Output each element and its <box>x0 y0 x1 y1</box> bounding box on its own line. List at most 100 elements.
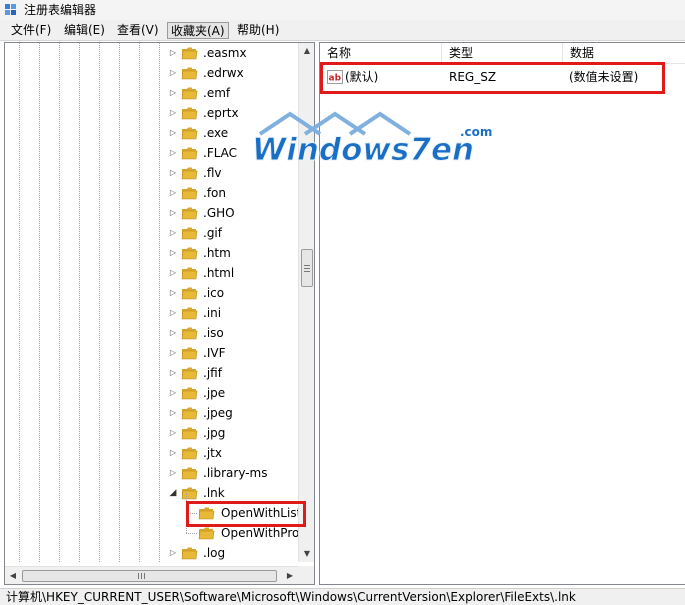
expand-arrow-icon[interactable]: ▷ <box>168 407 178 419</box>
menu-file[interactable]: 文件(F) <box>8 22 54 39</box>
tree-item[interactable]: ◢ .lnk <box>5 483 298 503</box>
value-name: (默认) <box>345 70 379 84</box>
scroll-up-icon[interactable]: ▲ <box>299 43 314 59</box>
expand-arrow-icon[interactable]: ▷ <box>168 127 178 139</box>
tree-item[interactable]: ▷ .GHO <box>5 203 298 223</box>
tree-item[interactable]: ▷ .emf <box>5 83 298 103</box>
tree-item[interactable]: ▷ .flv <box>5 163 298 183</box>
collapse-arrow-icon[interactable]: ◢ <box>168 487 178 499</box>
tree-item[interactable]: ▷ .jpg <box>5 423 298 443</box>
tree-item[interactable]: ▷ .fon <box>5 183 298 203</box>
svg-text:ab: ab <box>329 74 342 84</box>
scroll-right-icon[interactable]: ▶ <box>282 568 298 584</box>
menu-edit[interactable]: 编辑(E) <box>61 22 108 39</box>
tree-item-label: .log <box>203 546 226 560</box>
value-data: (数值未设置) <box>569 70 639 84</box>
grip-line <box>138 573 139 579</box>
folder-icon <box>181 387 198 400</box>
tree-item[interactable]: OpenWithList <box>5 493 302 523</box>
tree-item[interactable]: ▷ .easmx <box>5 43 298 63</box>
folder-icon <box>181 247 198 260</box>
folder-icon <box>181 307 198 320</box>
tree-item[interactable]: ▷ .html <box>5 263 298 283</box>
folder-icon <box>181 67 198 80</box>
tree-item-label: .flv <box>203 166 222 180</box>
folder-icon <box>181 407 198 420</box>
scroll-left-icon[interactable]: ◀ <box>5 568 21 584</box>
tree-item[interactable]: ▷ .log <box>5 543 298 563</box>
expand-arrow-icon[interactable]: ▷ <box>168 287 178 299</box>
tree-horizontal-scroll-thumb[interactable] <box>22 570 277 582</box>
column-header-name[interactable]: 名称 <box>320 43 442 64</box>
tree-item-label: .emf <box>203 86 231 100</box>
tree-item[interactable]: ▷ .ico <box>5 283 298 303</box>
tree-connector-line <box>186 513 197 514</box>
tree-item-label: .gif <box>203 226 222 240</box>
tree-item-label: OpenWithList <box>221 506 302 520</box>
expand-arrow-icon[interactable]: ▷ <box>168 347 178 359</box>
expand-arrow-icon[interactable]: ▷ <box>168 387 178 399</box>
folder-icon <box>181 327 198 340</box>
tree-item[interactable]: OpenWithProgids <box>5 513 314 543</box>
folder-icon <box>181 267 198 280</box>
tree-item[interactable]: ▷ .htm <box>5 243 298 263</box>
expand-arrow-icon[interactable]: ▷ <box>168 547 178 559</box>
tree-item[interactable]: ▷ .jpe <box>5 383 298 403</box>
tree-vertical-scroll-thumb[interactable] <box>301 249 313 287</box>
expand-arrow-icon[interactable]: ▷ <box>168 307 178 319</box>
grip-line <box>304 268 310 269</box>
tree-item-label: .htm <box>203 246 231 260</box>
expand-arrow-icon[interactable]: ▷ <box>168 267 178 279</box>
tree-horizontal-scrollbar[interactable]: ◀ ▶ <box>5 566 298 584</box>
tree-item[interactable]: ▷ .iso <box>5 323 298 343</box>
folder-icon <box>198 507 215 520</box>
window-title: 注册表编辑器 <box>24 3 97 17</box>
expand-arrow-icon[interactable]: ▷ <box>168 327 178 339</box>
string-value-icon: ab <box>327 70 343 84</box>
expand-arrow-icon[interactable]: ▷ <box>168 87 178 99</box>
expand-arrow-icon[interactable]: ▷ <box>168 467 178 479</box>
tree-item-label: .IVF <box>203 346 226 360</box>
expand-arrow-icon[interactable]: ▷ <box>168 447 178 459</box>
folder-icon <box>181 147 198 160</box>
expand-arrow-icon[interactable]: ▷ <box>168 427 178 439</box>
tree-item[interactable]: ▷ .jpeg <box>5 403 298 423</box>
folder-icon <box>181 167 198 180</box>
folder-icon <box>181 187 198 200</box>
tree-item[interactable]: ▷ .library-ms <box>5 463 298 483</box>
title-bar: 注册表编辑器 <box>0 0 685 20</box>
tree-item[interactable]: ▷ .IVF <box>5 343 298 363</box>
expand-arrow-icon[interactable]: ▷ <box>168 67 178 79</box>
menu-view[interactable]: 查看(V) <box>114 22 162 39</box>
expand-arrow-icon[interactable]: ▷ <box>168 187 178 199</box>
expand-arrow-icon[interactable]: ▷ <box>168 367 178 379</box>
expand-arrow-icon[interactable]: ▷ <box>168 107 178 119</box>
expand-arrow-icon[interactable]: ▷ <box>168 167 178 179</box>
tree-item-label: .easmx <box>203 46 247 60</box>
tree-item-label: .exe <box>203 126 229 140</box>
tree-item-label: .ico <box>203 286 225 300</box>
expand-arrow-icon[interactable]: ▷ <box>168 247 178 259</box>
expand-arrow-icon[interactable]: ▷ <box>168 207 178 219</box>
expand-arrow-icon[interactable]: ▷ <box>168 47 178 59</box>
tree-item-label: .eprtx <box>203 106 239 120</box>
grip-line <box>141 573 142 579</box>
registry-editor-icon <box>5 4 16 15</box>
scroll-down-icon[interactable]: ▼ <box>299 546 314 562</box>
folder-icon <box>181 227 198 240</box>
tree-item[interactable]: ▷ .ini <box>5 303 298 323</box>
menu-help[interactable]: 帮助(H) <box>234 22 282 39</box>
expand-arrow-icon[interactable]: ▷ <box>168 147 178 159</box>
expand-arrow-icon[interactable]: ▷ <box>168 227 178 239</box>
tree-item[interactable]: ▷ .jtx <box>5 443 298 463</box>
tree-item-label: .jpe <box>203 386 226 400</box>
tree-item[interactable]: ▷ .gif <box>5 223 298 243</box>
tree-item[interactable]: ▷ .jfif <box>5 363 298 383</box>
column-header-type[interactable]: 类型 <box>442 43 563 64</box>
watermark-suffix: .com <box>460 125 492 139</box>
menu-favorites[interactable]: 收藏夹(A) <box>167 22 229 39</box>
tree-item[interactable]: ▷ .edrwx <box>5 63 298 83</box>
folder-icon <box>181 87 198 100</box>
tree-item-label: .lnk <box>203 486 225 500</box>
column-header-data[interactable]: 数据 <box>563 43 685 64</box>
